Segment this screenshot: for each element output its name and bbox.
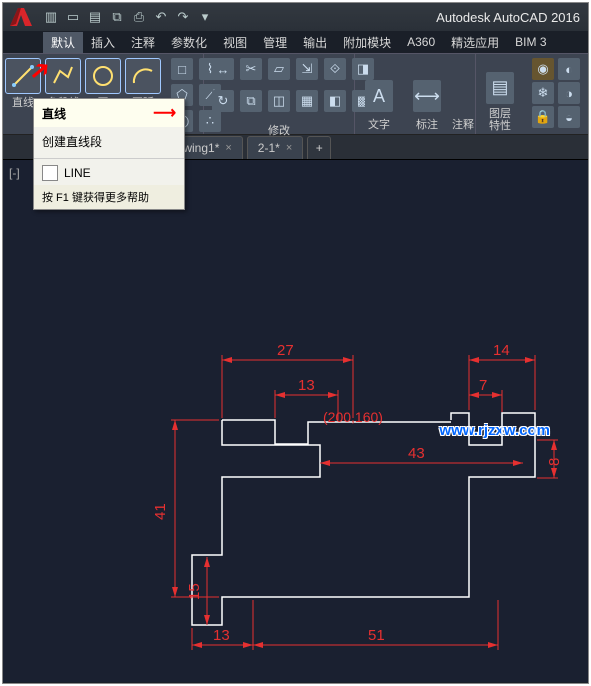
qat-open-icon[interactable]: ▭ [65, 9, 81, 25]
coord-anno: (200,160) [323, 409, 383, 425]
tab-a360[interactable]: A360 [399, 33, 443, 51]
tooltip-help: 按 F1 键获得更多帮助 [34, 185, 184, 209]
tool-line-label: 直线 [12, 94, 34, 110]
tab-insert[interactable]: 插入 [83, 32, 123, 53]
tool-layerprops-label: 图层 特性 [489, 108, 511, 132]
panel-label-annotate: 注释 [451, 116, 475, 134]
tool-text[interactable]: A文字 [355, 54, 403, 134]
layer-icon[interactable]: ◉ [532, 58, 554, 80]
tool-text-label: 文字 [368, 116, 390, 132]
dim-7: 7 [479, 377, 487, 394]
dim-27: 27 [277, 342, 294, 359]
drawing-viewport[interactable]: [-] www.rjzxw.com 27 14 [3, 160, 588, 682]
ribbon-panel-annotate: A文字 ⟷标注 注释 [355, 54, 476, 134]
tab-bim[interactable]: BIM 3 [507, 33, 554, 51]
dim-14: 14 [493, 342, 510, 359]
tool-layer-properties[interactable]: ▤图层 特性 [476, 54, 524, 134]
layer-icon[interactable]: ◐ [558, 58, 580, 80]
tab-view[interactable]: 视图 [215, 32, 255, 53]
tab-label: 2-1* [258, 141, 280, 155]
modify-icon[interactable]: ◧ [324, 90, 346, 112]
layer-icon[interactable]: ◒ [558, 106, 580, 128]
modify-icon[interactable]: ▦ [296, 90, 318, 112]
ribbon-panel-modify: ↔↻✂ ⧉▱◫ ⇲▦⟐ ◧◨▩ 修改 [204, 54, 355, 134]
qat-more-icon[interactable]: ▾ [197, 9, 213, 25]
close-icon[interactable]: × [225, 142, 231, 154]
dim-13b: 13 [213, 627, 230, 644]
dim-43: 43 [408, 445, 425, 462]
modify-icon[interactable]: ⟐ [324, 58, 346, 80]
ribbon-tabs: 默认 插入 注释 参数化 视图 管理 输出 附加模块 A360 精选应用 BIM… [3, 31, 588, 53]
title-bar: ▥ ▭ ▤ ⧉ ⎙ ↶ ↷ ▾ Autodesk AutoCAD 2016 [3, 3, 588, 31]
drawing-svg: 27 14 13 7 43 8 [3, 160, 588, 682]
tab-parametric[interactable]: 参数化 [163, 32, 215, 53]
layer-icon[interactable]: 🔒 [532, 106, 554, 128]
annotation-arrow-icon: ⟶ [153, 103, 176, 123]
tooltip-cmd: LINE [64, 166, 91, 180]
quick-access-toolbar: ▥ ▭ ▤ ⧉ ⎙ ↶ ↷ ▾ [39, 9, 217, 25]
dim-8: 8 [546, 458, 563, 466]
qat-saveas-icon[interactable]: ⧉ [109, 9, 125, 25]
dim-13a: 13 [298, 377, 315, 394]
tab-manage[interactable]: 管理 [255, 32, 295, 53]
tab-addins[interactable]: 附加模块 [335, 32, 399, 53]
dim-15: 15 [186, 583, 203, 600]
tooltip-title: 直线 [42, 105, 66, 122]
qat-redo-icon[interactable]: ↷ [175, 9, 191, 25]
dim-51: 51 [368, 627, 385, 644]
layer-icon[interactable]: ◑ [558, 82, 580, 104]
app-logo[interactable] [3, 3, 39, 31]
qat-undo-icon[interactable]: ↶ [153, 9, 169, 25]
qat-plot-icon[interactable]: ⎙ [131, 9, 147, 25]
modify-icon[interactable]: ⇲ [296, 58, 318, 80]
tool-dimension[interactable]: ⟷标注 [403, 54, 451, 134]
tab-annotate[interactable]: 注释 [123, 32, 163, 53]
app-title: Autodesk AutoCAD 2016 [436, 10, 588, 25]
tab-featured[interactable]: 精选应用 [443, 32, 507, 53]
ribbon-panel-layers: ▤图层 特性 ◉ ❄ 🔒 ◐ ◑ ◒ [476, 54, 589, 134]
draw-icon[interactable]: □ [171, 58, 193, 80]
panel-label-modify: 修改 [204, 122, 354, 140]
close-icon[interactable]: × [286, 142, 292, 154]
command-icon [42, 165, 58, 181]
modify-icon[interactable]: ◫ [268, 90, 290, 112]
modify-icon[interactable]: ↔ [212, 58, 234, 80]
qat-save-icon[interactable]: ▤ [87, 9, 103, 25]
dim-41: 41 [152, 503, 169, 520]
line-tooltip: 直线 ⟶ 创建直线段 LINE 按 F1 键获得更多帮助 [33, 98, 185, 210]
tool-dim-label: 标注 [416, 116, 438, 132]
tab-output[interactable]: 输出 [295, 32, 335, 53]
modify-icon[interactable]: ✂ [240, 58, 262, 80]
tab-default[interactable]: 默认 [43, 32, 83, 53]
modify-icon[interactable]: ▱ [268, 58, 290, 80]
qat-new-icon[interactable]: ▥ [43, 9, 59, 25]
tooltip-body: 创建直线段 [34, 127, 184, 156]
modify-icon[interactable]: ↻ [212, 90, 234, 112]
modify-icon[interactable]: ⧉ [240, 90, 262, 112]
layer-icon[interactable]: ❄ [532, 82, 554, 104]
